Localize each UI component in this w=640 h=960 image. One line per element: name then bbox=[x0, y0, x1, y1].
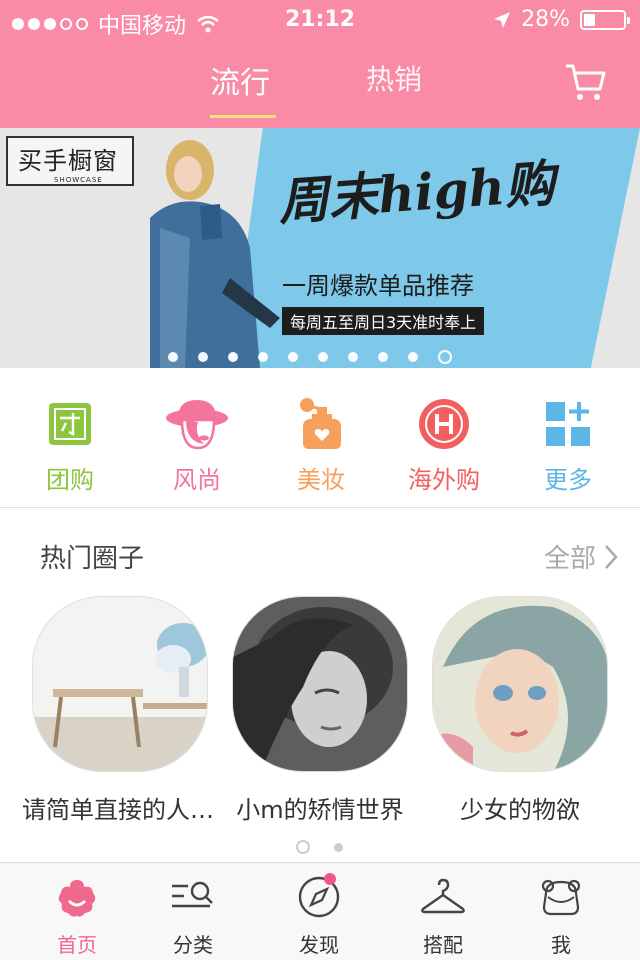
tab-discover[interactable]: 发现 bbox=[264, 873, 374, 958]
fashion-hat-icon bbox=[166, 400, 228, 450]
profile-bear-icon bbox=[541, 879, 581, 916]
circle-cover-illustration[interactable] bbox=[432, 596, 608, 772]
chevron-right-icon bbox=[605, 544, 618, 569]
promo-banner[interactable]: 买手橱窗 SHOWCASE 周末high购 一周爆款单品推荐 每周五至周日3天准… bbox=[0, 128, 640, 368]
pager-dot[interactable] bbox=[258, 352, 268, 362]
pager-dot[interactable] bbox=[408, 352, 418, 362]
pager-dot[interactable] bbox=[198, 352, 208, 362]
category-label: 海外购 bbox=[408, 466, 480, 494]
group-buy-icon bbox=[49, 403, 91, 445]
battery-icon bbox=[580, 9, 630, 30]
home-flower-icon bbox=[58, 880, 96, 917]
banner-pager[interactable] bbox=[168, 350, 452, 364]
circle-name: 请简单直接的人… bbox=[22, 796, 214, 824]
view-all-label: 全部 bbox=[543, 544, 596, 574]
tab-trending[interactable]: 流行 bbox=[210, 58, 276, 118]
pager-dot[interactable] bbox=[348, 352, 358, 362]
battery-percent: 28% bbox=[521, 7, 570, 32]
view-all-link[interactable]: 全部 bbox=[544, 538, 618, 575]
tab-me[interactable]: 我 bbox=[506, 875, 616, 958]
tab-category[interactable]: 分类 bbox=[138, 875, 248, 958]
tab-home[interactable]: 首页 bbox=[22, 875, 132, 958]
circle-name: 少女的物欲 bbox=[460, 796, 580, 824]
top-bar: 中国移动 21:12 28% 流行 热销 bbox=[0, 0, 640, 128]
tab-label: 我 bbox=[551, 933, 571, 957]
location-arrow-icon bbox=[494, 11, 511, 28]
overseas-h-icon bbox=[419, 399, 469, 449]
top-tabs: 流行 热销 bbox=[0, 58, 640, 118]
circle-name: 小m的矫情世界 bbox=[236, 796, 404, 824]
pager-dot[interactable] bbox=[288, 352, 298, 362]
category-label: 风尚 bbox=[173, 466, 221, 494]
tab-label: 首页 bbox=[57, 933, 97, 957]
circle-cover-portrait[interactable] bbox=[232, 596, 408, 772]
tab-label: 搭配 bbox=[423, 933, 463, 957]
pager-dot[interactable] bbox=[168, 352, 178, 362]
perfume-icon bbox=[300, 398, 341, 449]
circle-cover-interior[interactable] bbox=[32, 596, 208, 772]
girl-illustration-image bbox=[433, 597, 607, 771]
bottom-tab-bar: 首页 分类 发现 搭配 我 bbox=[0, 862, 640, 960]
circles-pager[interactable] bbox=[296, 840, 343, 854]
category-label: 美妆 bbox=[297, 466, 345, 494]
pager-dot[interactable] bbox=[318, 352, 328, 362]
banner-subline: 一周爆款单品推荐 bbox=[282, 272, 474, 300]
cart-icon[interactable] bbox=[564, 62, 606, 102]
banner-tagline: 每周五至周日3天准时奉上 bbox=[282, 307, 485, 335]
category-fashion[interactable]: 风尚 bbox=[147, 398, 247, 495]
category-group-buy[interactable]: 团购 bbox=[20, 398, 120, 495]
tab-bestselling[interactable]: 热销 bbox=[366, 58, 422, 98]
pager-dot[interactable] bbox=[378, 352, 388, 362]
pager-dot-active[interactable] bbox=[296, 840, 310, 854]
pager-dot-active[interactable] bbox=[438, 350, 452, 364]
tab-label: 分类 bbox=[173, 933, 213, 957]
category-makeup[interactable]: 美妆 bbox=[271, 398, 371, 495]
category-search-icon bbox=[172, 881, 213, 908]
more-grid-icon bbox=[546, 402, 590, 446]
category-row: 团购 风尚 美妆 海外购 更多 bbox=[0, 368, 640, 508]
hanger-icon bbox=[421, 878, 465, 914]
pager-dot[interactable] bbox=[334, 842, 343, 852]
interior-image bbox=[33, 597, 207, 771]
category-label: 团购 bbox=[46, 466, 94, 494]
hot-circles-section: 热门圈子 全部 请简单直接的人… 小m的矫情世界 少女的物欲 bbox=[0, 508, 640, 863]
category-label: 更多 bbox=[544, 466, 592, 494]
notification-dot bbox=[324, 873, 336, 885]
category-more[interactable]: 更多 bbox=[518, 398, 618, 495]
tab-outfit[interactable]: 搭配 bbox=[388, 875, 498, 958]
status-bar: 中国移动 21:12 28% bbox=[0, 0, 640, 40]
pager-dot[interactable] bbox=[228, 352, 238, 362]
section-title: 热门圈子 bbox=[40, 544, 145, 574]
banner-model-image bbox=[150, 140, 280, 368]
showcase-logo: 买手橱窗 SHOWCASE bbox=[6, 136, 134, 186]
category-overseas[interactable]: 海外购 bbox=[394, 398, 494, 495]
portrait-bw-image bbox=[233, 597, 407, 771]
tab-label: 发现 bbox=[299, 933, 339, 957]
